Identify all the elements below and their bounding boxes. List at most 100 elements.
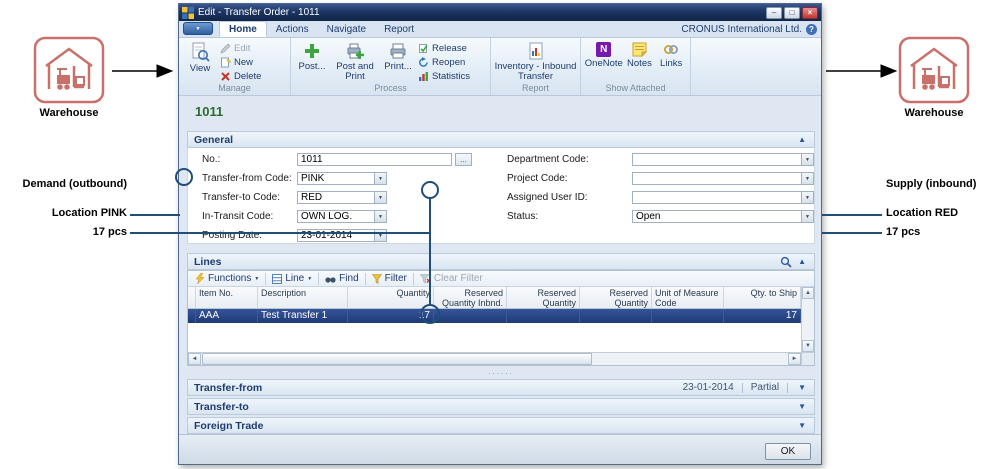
minimize-button[interactable]: – (766, 7, 782, 19)
application-menu-button[interactable]: ▼ (183, 22, 213, 35)
help-icon[interactable]: ? (806, 24, 817, 35)
scroll-left-icon[interactable]: ◄ (188, 353, 201, 365)
splitter-handle[interactable]: ...... (187, 367, 815, 377)
transfer-from-field[interactable]: PINK▼ (297, 172, 387, 185)
links-button[interactable]: Links (655, 39, 687, 83)
expand-icon[interactable]: ▼ (796, 422, 808, 430)
field-row-transfer-to: Transfer-to Code: RED▼ (202, 191, 387, 204)
close-button[interactable]: × (802, 7, 818, 19)
title-bar[interactable]: Edit - Transfer Order - 1011 – □ × (179, 4, 821, 21)
dropdown-icon[interactable]: ▼ (801, 192, 813, 203)
transfer-from-label: Transfer-from Code: (202, 173, 297, 184)
col-item-no[interactable]: Item No. (196, 287, 258, 309)
horizontal-scrollbar[interactable]: ◄ ► (188, 352, 801, 365)
ribbon: View Edit (179, 38, 821, 96)
col-qty-to-ship[interactable]: Qty. to Ship (724, 287, 801, 309)
onenote-button[interactable]: N OneNote (584, 39, 624, 83)
transfer-to-label: Transfer-to Code: (202, 192, 297, 203)
dropdown-icon[interactable]: ▼ (801, 173, 813, 184)
cell-res-outbnd[interactable] (580, 309, 652, 323)
filter-button[interactable]: Filter (369, 272, 410, 286)
dropdown-icon[interactable]: ▼ (374, 192, 386, 203)
cell-item-no[interactable]: AAA (196, 309, 258, 323)
reopen-button[interactable]: Reopen (416, 56, 472, 68)
print-button[interactable]: Print... (380, 39, 416, 83)
clear-filter-button[interactable]: Clear Filter (417, 272, 486, 286)
dropdown-icon[interactable]: ▼ (374, 173, 386, 184)
fasttab-header-lines[interactable]: Lines ▲ (187, 253, 815, 270)
release-button[interactable]: Release (416, 42, 472, 54)
tab-home[interactable]: Home (219, 21, 267, 37)
scroll-up-icon[interactable]: ▲ (802, 287, 814, 299)
col-unit-of-measure[interactable]: Unit of Measure Code (652, 287, 724, 309)
cell-res-shipped[interactable] (507, 309, 580, 323)
toolbar-separator (413, 273, 414, 285)
summary-divider (742, 383, 743, 393)
fasttab-header-foreign-trade[interactable]: Foreign Trade ▼ (187, 417, 815, 434)
in-transit-field[interactable]: OWN LOG.▼ (297, 210, 387, 223)
edit-button[interactable]: Edit (218, 42, 263, 54)
col-reserved-qty-inbnd[interactable]: Reserved Quantity Inbnd. (434, 287, 507, 309)
vertical-scrollbar[interactable]: ▲ ▼ (801, 287, 814, 352)
dropdown-icon[interactable]: ▼ (374, 211, 386, 222)
warehouse-icon (898, 36, 970, 104)
lines-body: Functions ▼ Line ▼ (187, 270, 815, 366)
view-button[interactable]: View (182, 39, 218, 83)
cell-quantity[interactable]: 17 (348, 309, 434, 323)
table-row-selected[interactable]: AAA Test Transfer 1 17 17 (188, 309, 814, 323)
new-button[interactable]: New (218, 56, 263, 68)
ok-button[interactable]: OK (765, 443, 811, 460)
fasttab-header-general[interactable]: General ▲ (187, 131, 815, 148)
dropdown-icon[interactable]: ▼ (801, 154, 813, 165)
collapse-icon[interactable]: ▲ (796, 258, 808, 266)
col-reserved-qty-outbnd[interactable]: Reserved Quantity Outbnd. (580, 287, 652, 309)
scroll-down-icon[interactable]: ▼ (802, 340, 814, 352)
transfer-to-field[interactable]: RED▼ (297, 191, 387, 204)
post-button[interactable]: Post... (294, 39, 330, 83)
dropdown-icon[interactable]: ▼ (801, 211, 813, 222)
cell-description[interactable]: Test Transfer 1 (258, 309, 348, 323)
cell-res-inbnd[interactable] (434, 309, 507, 323)
transfer-from-status-summary: Partial (751, 382, 779, 393)
tab-navigate[interactable]: Navigate (318, 21, 375, 37)
find-button[interactable]: Find (322, 272, 361, 286)
maximize-button[interactable]: □ (784, 7, 800, 19)
ribbon-tab-row: ▼ Home Actions Navigate Report CRONUS In… (179, 21, 821, 38)
collapse-icon[interactable]: ▲ (796, 136, 808, 144)
fasttab-header-transfer-from[interactable]: Transfer-from 23-01-2014 Partial ▼ (187, 379, 815, 396)
fasttab-header-transfer-to[interactable]: Transfer-to ▼ (187, 398, 815, 415)
col-quantity[interactable]: Quantity (348, 287, 434, 309)
assigned-user-field[interactable]: ▼ (632, 191, 814, 204)
search-icon[interactable] (780, 256, 792, 268)
scroll-right-icon[interactable]: ► (788, 353, 801, 365)
delete-button[interactable]: Delete (218, 70, 263, 82)
col-reserved-qty-shipped[interactable]: Reserved Quantity Shipped (507, 287, 580, 309)
functions-menu-button[interactable]: Functions ▼ (192, 272, 262, 286)
department-field[interactable]: ▼ (632, 153, 814, 166)
cell-uom[interactable] (652, 309, 724, 323)
post-and-print-label: Post and Print (330, 62, 380, 82)
assist-edit-button[interactable]: ... (455, 153, 472, 166)
lines-grid: Item No. Description Quantity Reserved Q… (188, 287, 814, 365)
col-description[interactable]: Description (258, 287, 348, 309)
dropdown-icon[interactable]: ▼ (374, 230, 386, 241)
statistics-button[interactable]: Statistics (416, 70, 472, 82)
window-title: Edit - Transfer Order - 1011 (198, 7, 764, 18)
notes-button[interactable]: Notes (624, 39, 656, 83)
cell-qty-to-ship[interactable]: 17 (724, 309, 801, 323)
project-label: Project Code: (507, 173, 632, 184)
demand-outbound-label: Demand (outbound) (2, 178, 127, 190)
tab-actions[interactable]: Actions (267, 21, 318, 37)
tab-report[interactable]: Report (375, 21, 423, 37)
scrollbar-thumb[interactable] (202, 353, 592, 365)
no-field[interactable]: 1011 (297, 153, 452, 166)
post-and-print-button[interactable]: Post and Print (330, 39, 380, 83)
inventory-inbound-transfer-button[interactable]: Inventory - Inbound Transfer (495, 39, 577, 83)
qty-red-label: 17 pcs (886, 226, 920, 238)
project-field[interactable]: ▼ (632, 172, 814, 185)
line-menu-button[interactable]: Line ▼ (269, 272, 315, 286)
expand-icon[interactable]: ▼ (796, 403, 808, 411)
expand-icon[interactable]: ▼ (796, 384, 808, 392)
status-field[interactable]: Open▼ (632, 210, 814, 223)
posting-date-field[interactable]: 23-01-2014▼ (297, 229, 387, 242)
